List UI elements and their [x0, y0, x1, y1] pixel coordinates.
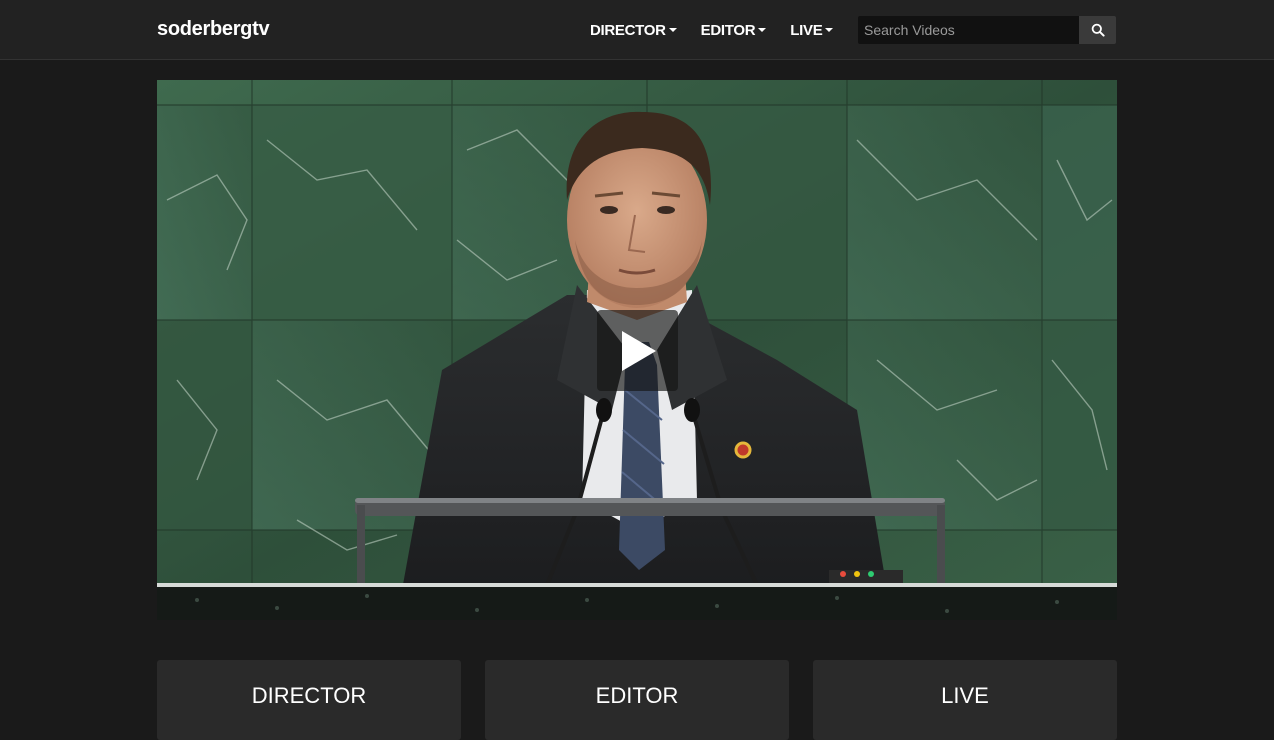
- video-player[interactable]: [157, 80, 1117, 620]
- search-icon: [1091, 23, 1105, 37]
- nav-director-label: DIRECTOR: [590, 21, 666, 39]
- category-cards: DIRECTOR EDITOR LIVE: [157, 660, 1117, 740]
- director-card[interactable]: DIRECTOR: [157, 660, 461, 740]
- nav-menu: DIRECTOR EDITOR LIVE: [578, 0, 845, 60]
- editor-card-label: EDITOR: [595, 683, 679, 708]
- nav-editor-dropdown[interactable]: EDITOR: [689, 0, 779, 60]
- search-button[interactable]: [1079, 16, 1116, 44]
- search-input[interactable]: [858, 16, 1079, 44]
- caret-down-icon: [668, 28, 677, 32]
- live-card[interactable]: LIVE: [813, 660, 1117, 740]
- nav-editor-label: EDITOR: [700, 21, 756, 39]
- brand-logo[interactable]: soderbergtv: [157, 18, 270, 41]
- search-form: [858, 16, 1116, 44]
- play-button[interactable]: [597, 310, 678, 391]
- nav-live-dropdown[interactable]: LIVE: [778, 0, 845, 60]
- nav-live-label: LIVE: [790, 21, 823, 39]
- top-navbar: soderbergtv DIRECTOR EDITOR LIVE: [0, 0, 1274, 60]
- caret-down-icon: [825, 28, 834, 32]
- director-card-label: DIRECTOR: [251, 683, 367, 708]
- editor-card[interactable]: EDITOR: [485, 660, 789, 740]
- nav-director-dropdown[interactable]: DIRECTOR: [578, 0, 689, 60]
- play-icon: [621, 330, 656, 371]
- live-card-label: LIVE: [941, 683, 989, 708]
- caret-down-icon: [758, 28, 767, 32]
